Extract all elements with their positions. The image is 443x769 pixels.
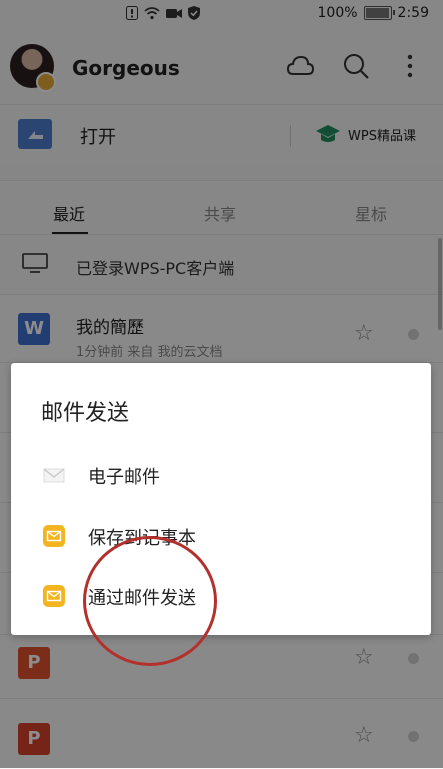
option-email[interactable]: 电子邮件 <box>11 447 431 503</box>
mail-app-icon <box>43 585 65 607</box>
share-dialog: 邮件发送 电子邮件 保存到记事本 通过邮件发送 <box>11 363 431 635</box>
dialog-title: 邮件发送 <box>41 401 130 426</box>
option-email-label: 电子邮件 <box>88 467 160 488</box>
option-send-via-mail[interactable]: 通过邮件发送 <box>11 568 431 624</box>
annotation-circle <box>83 536 217 666</box>
gmail-icon <box>43 468 65 483</box>
option-save-to-notes[interactable]: 保存到记事本 <box>11 508 431 564</box>
mail-app-icon <box>43 525 65 547</box>
